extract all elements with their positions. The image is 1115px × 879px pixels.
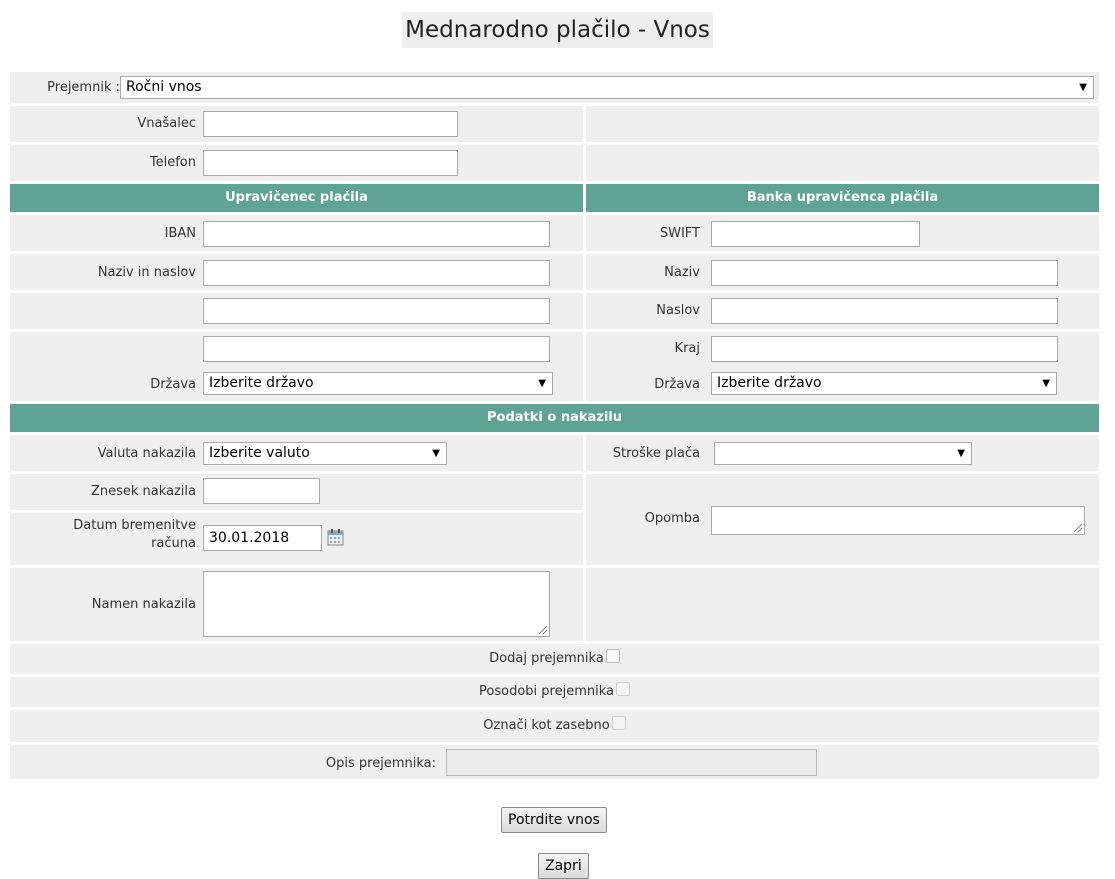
bank-country-label: Država bbox=[654, 377, 700, 392]
bank-name-label: Naziv bbox=[664, 265, 700, 280]
description-row: Opis prejemnika: bbox=[10, 745, 1099, 779]
update-recipient-row: Posodobi prejemnika bbox=[10, 677, 1099, 707]
bank-address-label: Naslov bbox=[656, 303, 700, 318]
beneficiary-country-label: Država bbox=[150, 377, 196, 392]
city-row: Kraj bbox=[10, 332, 1099, 368]
swift-label: SWIFT bbox=[659, 226, 700, 241]
mark-private-label: Označi kot zasebno bbox=[483, 718, 610, 733]
address-row: Naslov bbox=[10, 293, 1099, 329]
phone-input[interactable] bbox=[203, 150, 458, 176]
date-label-line2: računa bbox=[151, 536, 196, 551]
description-input[interactable] bbox=[446, 749, 817, 776]
date-input[interactable]: 30.01.2018 bbox=[203, 525, 322, 551]
submitter-row: Vnašalec bbox=[10, 106, 1099, 142]
mark-private-row: Označi kot zasebno bbox=[10, 710, 1099, 742]
beneficiary-city-input[interactable] bbox=[203, 336, 550, 362]
mark-private-checkbox[interactable] bbox=[611, 716, 626, 730]
country-row: Država Izberite državo ▼ Država Izberite … bbox=[10, 368, 1099, 401]
chevron-down-icon: ▼ bbox=[1042, 378, 1050, 389]
close-button[interactable]: Zapri bbox=[538, 853, 589, 879]
submitter-input[interactable] bbox=[203, 111, 458, 137]
date-label-line1: Datum bremenitve bbox=[73, 518, 196, 533]
chevron-down-icon: ▼ bbox=[957, 448, 965, 459]
resize-handle-icon bbox=[1074, 524, 1082, 532]
recipient-select[interactable]: Ročni vnos ▼ bbox=[120, 76, 1094, 99]
beneficiary-country-select[interactable]: Izberite državo ▼ bbox=[203, 372, 553, 395]
add-recipient-checkbox[interactable] bbox=[605, 649, 620, 663]
beneficiary-name-input[interactable] bbox=[203, 260, 550, 286]
confirm-button[interactable]: Potrdite vnos bbox=[501, 807, 607, 833]
recipient-label: Prejemnik : bbox=[47, 80, 120, 95]
iban-row: IBAN SWIFT bbox=[10, 215, 1099, 251]
bank-country-select[interactable]: Izberite državo ▼ bbox=[711, 372, 1057, 395]
page-title: Mednarodno plačilo - Vnos bbox=[402, 12, 713, 48]
costs-label: Stroške plača bbox=[612, 446, 700, 461]
purpose-textarea[interactable] bbox=[203, 571, 550, 637]
note-label: Opomba bbox=[644, 511, 700, 526]
chevron-down-icon: ▼ bbox=[432, 448, 440, 459]
bank-city-label: Kraj bbox=[674, 341, 700, 356]
update-recipient-label: Posodobi prejemnika bbox=[479, 684, 614, 699]
amount-label: Znesek nakazila bbox=[90, 484, 196, 499]
currency-row: Valuta nakazila Izberite valuto ▼ Stroške… bbox=[10, 435, 1099, 471]
currency-select[interactable]: Izberite valuto ▼ bbox=[203, 442, 447, 465]
beneficiary-address-input[interactable] bbox=[203, 298, 550, 324]
purpose-row: Namen nakazila bbox=[10, 568, 1099, 641]
phone-label: Telefon bbox=[149, 155, 196, 170]
purpose-label: Namen nakazila bbox=[91, 597, 196, 612]
note-textarea[interactable] bbox=[711, 506, 1085, 535]
section-transfer-row: Podatki o nakazilu bbox=[10, 404, 1099, 432]
bank-address-input[interactable] bbox=[711, 298, 1058, 324]
swift-input[interactable] bbox=[711, 221, 920, 247]
section-beneficiary-header: Upravičenec plačila bbox=[10, 184, 583, 212]
bank-city-input[interactable] bbox=[711, 336, 1058, 362]
calendar-icon[interactable] bbox=[327, 529, 344, 546]
amount-input[interactable] bbox=[203, 478, 320, 504]
bank-name-input[interactable] bbox=[711, 260, 1058, 286]
submitter-label: Vnašalec bbox=[137, 116, 196, 131]
description-label: Opis prejemnika: bbox=[325, 756, 436, 771]
name-row: Naziv in naslov Naziv bbox=[10, 254, 1099, 290]
section-transfer-header: Podatki o nakazilu bbox=[10, 404, 1099, 432]
chevron-down-icon: ▼ bbox=[538, 378, 546, 389]
chevron-down-icon: ▼ bbox=[1079, 82, 1087, 93]
costs-select[interactable]: ▼ bbox=[714, 442, 972, 465]
iban-input[interactable] bbox=[203, 221, 550, 247]
update-recipient-checkbox[interactable] bbox=[615, 682, 630, 696]
recipient-row: Prejemnik : Ročni vnos ▼ bbox=[10, 72, 1099, 103]
section-header-row: Upravičenec plačila Banka upravičenca pl… bbox=[10, 184, 1099, 212]
beneficiary-name-label: Naziv in naslov bbox=[97, 265, 196, 280]
page-title-wrap: Mednarodno plačilo - Vnos bbox=[0, 12, 1115, 48]
resize-handle-icon bbox=[539, 626, 547, 634]
add-recipient-row: Dodaj prejemnika bbox=[10, 644, 1099, 674]
phone-row: Telefon bbox=[10, 145, 1099, 181]
iban-label: IBAN bbox=[164, 226, 196, 241]
section-bank-header: Banka upravičenca plačila bbox=[586, 184, 1099, 212]
add-recipient-label: Dodaj prejemnika bbox=[489, 651, 604, 666]
amount-date-block: Znesek nakazila Datum bremenitve računa … bbox=[10, 474, 1099, 565]
currency-label: Valuta nakazila bbox=[97, 446, 196, 461]
